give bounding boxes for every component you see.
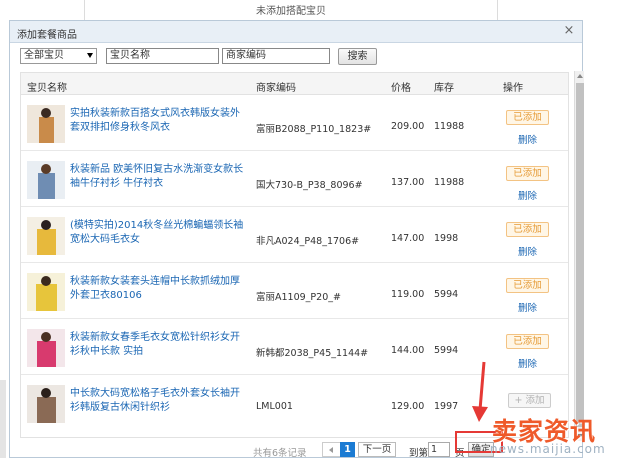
product-price: 129.00	[391, 401, 425, 412]
watermark-logo: 卖家资讯 news.maijia.com	[486, 410, 630, 458]
product-name-input[interactable]: 宝贝名称	[106, 48, 219, 64]
next-page-button[interactable]: 下一页	[358, 442, 396, 457]
add-package-products-dialog: 添加套餐商品 × 全部宝贝 宝贝名称 商家编码 搜索 宝贝名称 商家编码 价格 …	[9, 20, 583, 458]
goto-label: 到第	[409, 448, 429, 458]
product-code: 富丽A1109_P20_#	[256, 292, 341, 303]
scrollbar-thumb[interactable]	[576, 83, 584, 427]
product-stock: 5994	[434, 345, 459, 356]
vertical-scrollbar[interactable]	[574, 71, 584, 441]
product-name-link[interactable]: 秋装新品 欧美怀旧复古水洗渐变女款长袖牛仔衬衫 牛仔衬衣	[70, 163, 248, 191]
scroll-up-icon[interactable]	[577, 74, 583, 78]
dialog-title: 添加套餐商品	[17, 30, 77, 41]
product-stock: 1998	[434, 233, 459, 244]
add-button[interactable]: + 添加	[508, 393, 551, 408]
product-code: 新韩都2038_P45_1144#	[256, 348, 369, 359]
previous-page-button[interactable]	[322, 442, 342, 457]
added-button[interactable]: 已添加	[506, 278, 549, 293]
product-code: 国大730-B_P38_8096#	[256, 180, 363, 191]
product-price: 147.00	[391, 233, 425, 244]
product-stock: 5994	[434, 289, 459, 300]
merchant-code-input[interactable]: 商家编码	[222, 48, 330, 64]
table-row: 秋装新品 欧美怀旧复古水洗渐变女款长袖牛仔衬衫 牛仔衬衣 国大730-B_P38…	[21, 151, 568, 207]
table-header: 宝贝名称 商家编码 价格 库存 操作	[21, 73, 568, 95]
unmatched-products-notice: 未添加搭配宝贝	[84, 0, 498, 22]
added-button[interactable]: 已添加	[506, 110, 549, 125]
page-scrollbar[interactable]	[0, 380, 6, 458]
category-select[interactable]: 全部宝贝	[20, 48, 97, 64]
page-number-input[interactable]: 1	[428, 442, 450, 457]
product-thumbnail[interactable]	[27, 329, 65, 367]
product-stock: 1997	[434, 401, 459, 412]
product-name-link[interactable]: 秋装新款女春季毛衣女宽松针织衫女开衫秋中长款 实拍	[70, 331, 248, 359]
header-code: 商家编码	[256, 83, 296, 94]
header-action: 操作	[503, 83, 523, 94]
table-row: 秋装新款女装套头连帽中长款抓绒加厚外套卫衣80106 富丽A1109_P20_#…	[21, 263, 568, 319]
delete-link[interactable]: 删除	[518, 188, 537, 202]
product-thumbnail[interactable]	[27, 385, 65, 423]
page-unit-label: 页	[455, 448, 465, 458]
dialog-header: 添加套餐商品 ×	[10, 21, 582, 43]
product-thumbnail[interactable]	[27, 217, 65, 255]
product-code: LML001	[256, 401, 293, 412]
header-price: 价格	[391, 83, 411, 94]
product-price: 144.00	[391, 345, 425, 356]
product-price: 119.00	[391, 289, 425, 300]
product-stock: 11988	[434, 177, 465, 188]
product-name-link[interactable]: 秋装新款女装套头连帽中长款抓绒加厚外套卫衣80106	[70, 275, 248, 303]
delete-link[interactable]: 删除	[518, 300, 537, 314]
product-thumbnail[interactable]	[27, 161, 65, 199]
delete-link[interactable]: 删除	[518, 132, 537, 146]
close-icon[interactable]: ×	[562, 24, 576, 38]
table-row: 实拍秋装新款百搭女式风衣韩版女装外套双排扣修身秋冬风衣 富丽B2088_P110…	[21, 95, 568, 151]
search-button[interactable]: 搜索	[338, 48, 377, 65]
added-button[interactable]: 已添加	[506, 166, 549, 181]
watermark-sub-text: news.maijia.com	[490, 442, 606, 456]
product-thumbnail[interactable]	[27, 273, 65, 311]
added-button[interactable]: 已添加	[506, 334, 549, 349]
current-page-button[interactable]: 1	[340, 442, 355, 457]
product-stock: 11988	[434, 121, 465, 132]
added-button[interactable]: 已添加	[506, 222, 549, 237]
delete-link[interactable]: 删除	[518, 356, 537, 370]
product-price: 137.00	[391, 177, 425, 188]
chevron-down-icon	[87, 53, 93, 58]
product-name-link[interactable]: (模特实拍)2014秋冬丝光棉蝙蝠领长袖宽松大码毛衣女	[70, 219, 248, 247]
product-price: 209.00	[391, 121, 425, 132]
table-row: (模特实拍)2014秋冬丝光棉蝙蝠领长袖宽松大码毛衣女 非凡A024_P48_1…	[21, 207, 568, 263]
header-name: 宝贝名称	[27, 83, 67, 94]
product-thumbnail[interactable]	[27, 105, 65, 143]
delete-link[interactable]: 删除	[518, 244, 537, 258]
product-name-link[interactable]: 中长款大码宽松格子毛衣外套女长袖开衫韩版复古休闲针织衫	[70, 387, 248, 415]
product-code: 非凡A024_P48_1706#	[256, 236, 360, 247]
total-records: 共有6条记录	[253, 448, 307, 458]
category-select-value: 全部宝贝	[24, 50, 64, 61]
product-name-link[interactable]: 实拍秋装新款百搭女式风衣韩版女装外套双排扣修身秋冬风衣	[70, 107, 248, 135]
header-stock: 库存	[434, 83, 454, 94]
product-code: 富丽B2088_P110_1823#	[256, 124, 372, 135]
